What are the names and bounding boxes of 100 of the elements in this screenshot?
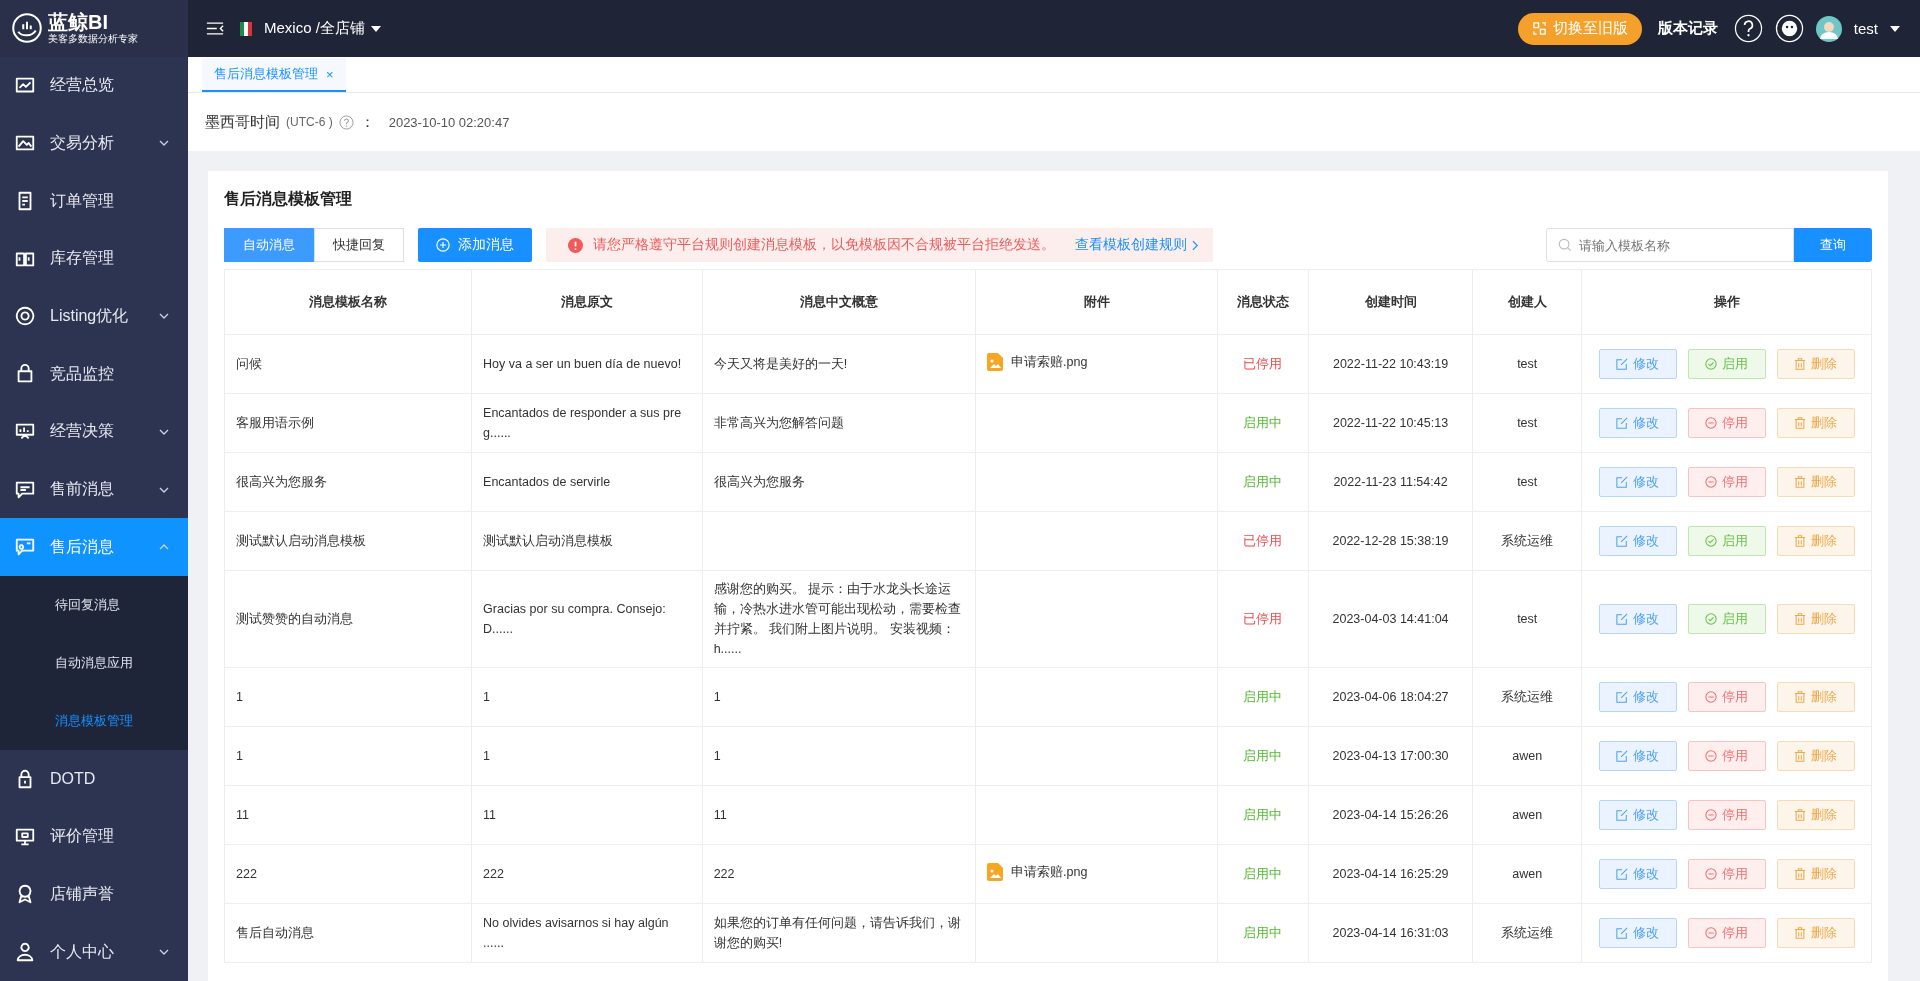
table-cell: 1 xyxy=(471,667,703,727)
delete-button[interactable]: 删除 xyxy=(1776,467,1855,497)
sidebar-item[interactable]: 竞品监控 xyxy=(0,345,188,404)
sidebar-item[interactable]: 售后消息 xyxy=(0,518,188,577)
submenu-item[interactable]: 消息模板管理 xyxy=(0,692,188,751)
avatar-icon[interactable] xyxy=(1815,15,1842,42)
delete-button[interactable]: 删除 xyxy=(1776,741,1855,771)
minus-circle-icon xyxy=(1705,750,1718,762)
table-cell: awen xyxy=(1472,726,1582,786)
edit-button[interactable]: 修改 xyxy=(1598,349,1677,379)
sidebar-item[interactable]: 订单管理 xyxy=(0,172,188,230)
edit-button[interactable]: 修改 xyxy=(1598,800,1677,830)
disable-button[interactable]: 停用 xyxy=(1687,800,1766,830)
column-header: 操作 xyxy=(1581,269,1872,335)
changelog-link[interactable]: 版本记录 xyxy=(1653,19,1722,38)
edit-button[interactable]: 修改 xyxy=(1598,467,1677,497)
sidebar-item[interactable]: 店铺声誉 xyxy=(0,865,188,924)
disable-button[interactable]: 停用 xyxy=(1687,467,1766,497)
search-field[interactable]: 请输入模板名称 xyxy=(1546,228,1794,262)
table-cell: 2023-04-14 15:26:26 xyxy=(1308,785,1473,845)
user-icon xyxy=(14,941,36,964)
table-cell: 非常高兴为您解答问题 xyxy=(702,393,976,453)
enable-button[interactable]: 启用 xyxy=(1687,604,1766,634)
store-selector[interactable]: Mexico /全店铺 xyxy=(264,19,381,38)
column-header: 消息模板名称 xyxy=(224,269,472,335)
edit-button[interactable]: 修改 xyxy=(1598,408,1677,438)
table-cell: test xyxy=(1472,393,1582,453)
edit-icon xyxy=(1616,613,1629,625)
trash-icon xyxy=(1794,750,1807,762)
mode-toggle[interactable]: 快捷回复 xyxy=(314,228,404,262)
delete-button[interactable]: 删除 xyxy=(1776,604,1855,634)
close-icon[interactable]: × xyxy=(326,66,334,82)
column-header: 消息中文概意 xyxy=(702,269,976,335)
disable-button[interactable]: 停用 xyxy=(1687,741,1766,771)
menu-icon[interactable] xyxy=(206,21,224,36)
table-cell: awen xyxy=(1472,844,1582,904)
table-cell: 2022-12-28 15:38:19 xyxy=(1308,511,1473,571)
edit-button[interactable]: 修改 xyxy=(1598,526,1677,556)
status-label: 启用中 xyxy=(1243,749,1283,763)
smiley-icon[interactable] xyxy=(1774,14,1804,43)
edit-icon xyxy=(1616,535,1629,547)
add-message-button[interactable]: 添加消息 xyxy=(418,228,532,262)
enable-button[interactable]: 启用 xyxy=(1687,526,1766,556)
timezone-label: (UTC-6 ) xyxy=(286,115,333,129)
enable-button[interactable]: 启用 xyxy=(1687,349,1766,379)
table-cell: 2023-04-03 14:41:04 xyxy=(1308,570,1473,668)
card-title: 售后消息模板管理 xyxy=(224,189,353,209)
minus-circle-icon xyxy=(1705,417,1718,429)
table-cell: awen xyxy=(1472,785,1582,845)
column-header: 创建人 xyxy=(1472,269,1582,335)
trash-icon xyxy=(1794,535,1807,547)
table-cell: Gracias por su compra. Consejo: D...... xyxy=(471,570,703,668)
sidebar-item[interactable]: 交易分析 xyxy=(0,114,188,173)
edit-button[interactable]: 修改 xyxy=(1598,682,1677,712)
attachment-file[interactable]: 申请索赔.png xyxy=(1011,861,1088,882)
rules-link[interactable]: 查看模板创建规则 xyxy=(1075,236,1199,254)
image-file-icon xyxy=(987,352,1003,371)
sidebar-item[interactable]: 售前消息 xyxy=(0,460,188,519)
delete-button[interactable]: 删除 xyxy=(1776,408,1855,438)
submenu-item[interactable]: 待回复消息 xyxy=(0,576,188,635)
edit-button[interactable]: 修改 xyxy=(1598,918,1677,948)
table-cell: 11 xyxy=(471,785,703,845)
table-cell: 系统运维 xyxy=(1472,667,1582,727)
table-cell: 很高兴为您服务 xyxy=(702,452,976,512)
disable-button[interactable]: 停用 xyxy=(1687,682,1766,712)
page-tab[interactable]: 售后消息模板管理 × xyxy=(202,58,346,92)
caret-icon xyxy=(370,25,381,32)
delete-button[interactable]: 删除 xyxy=(1776,526,1855,556)
sidebar-item[interactable]: 评价管理 xyxy=(0,807,188,866)
delete-button[interactable]: 删除 xyxy=(1776,800,1855,830)
image-file-icon xyxy=(987,862,1003,881)
sidebar-item[interactable]: 个人中心 xyxy=(0,923,188,981)
sidebar-item[interactable]: DOTD xyxy=(0,750,188,808)
edit-button[interactable]: 修改 xyxy=(1598,604,1677,634)
disable-button[interactable]: 停用 xyxy=(1687,859,1766,889)
disable-button[interactable]: 停用 xyxy=(1687,408,1766,438)
delete-button[interactable]: 删除 xyxy=(1776,682,1855,712)
edit-button[interactable]: 修改 xyxy=(1598,859,1677,889)
table-cell: 测试赞赞的自动消息 xyxy=(224,570,472,668)
sidebar-item[interactable]: 经营决策 xyxy=(0,403,188,461)
column-header: 消息状态 xyxy=(1217,269,1309,335)
swap-icon xyxy=(1531,21,1547,36)
delete-button[interactable]: 删除 xyxy=(1776,918,1855,948)
sidebar-item[interactable]: 库存管理 xyxy=(0,229,188,288)
sidebar-item[interactable]: 经营总览 xyxy=(0,56,188,115)
attachment-file[interactable]: 申请索赔.png xyxy=(1011,351,1088,372)
table-cell: 11 xyxy=(702,785,976,845)
query-button[interactable]: 查询 xyxy=(1794,228,1872,262)
sidebar-item[interactable]: Listing优化 xyxy=(0,287,188,346)
edit-button[interactable]: 修改 xyxy=(1598,741,1677,771)
switch-version-button[interactable]: 切换至旧版 xyxy=(1517,12,1642,45)
submenu-item[interactable]: 自动消息应用 xyxy=(0,634,188,693)
mode-toggle[interactable]: 自动消息 xyxy=(224,228,314,262)
delete-button[interactable]: 删除 xyxy=(1776,349,1855,379)
status-label: 已停用 xyxy=(1243,357,1283,371)
status-label: 启用中 xyxy=(1243,416,1283,430)
target-icon xyxy=(14,305,36,328)
delete-button[interactable]: 删除 xyxy=(1776,859,1855,889)
user-menu[interactable]: test xyxy=(1853,20,1900,37)
disable-button[interactable]: 停用 xyxy=(1687,918,1766,948)
